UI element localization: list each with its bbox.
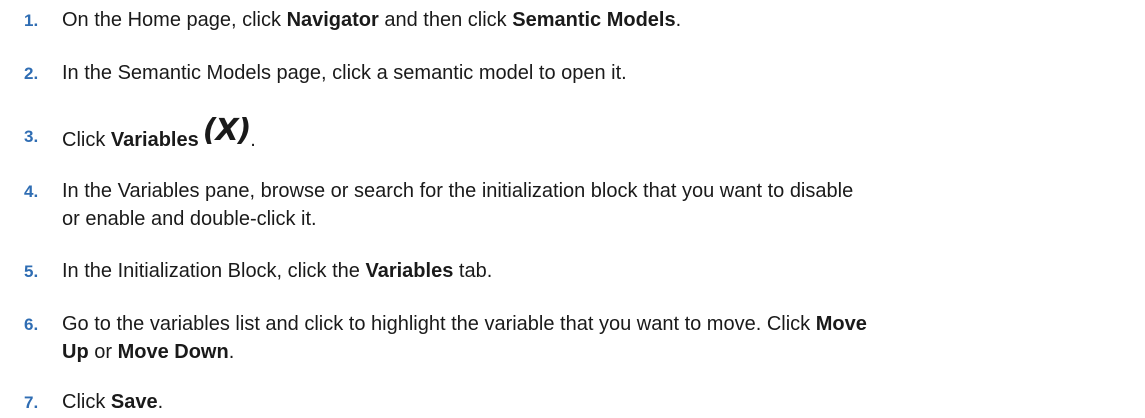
ui-term-move-up-part: Move: [815, 313, 867, 335]
step-text-segment: .: [157, 391, 164, 413]
step-text-segment: Click: [62, 129, 111, 151]
step-number: 7.: [24, 393, 39, 412]
step-text: On the Home page, click Navigator and th…: [62, 6, 1134, 34]
step-text-segment: On the Home page, click: [62, 9, 287, 31]
step-text-line: In the Variables pane, browse or search …: [62, 180, 854, 202]
ui-term-variables-tab: Variables: [365, 260, 454, 282]
step-number: 3.: [24, 127, 39, 146]
step-number: 1.: [24, 11, 39, 30]
ui-term-semantic-models: Semantic Models: [512, 9, 676, 31]
step-number: 2.: [24, 64, 39, 83]
step-text: In the Variables pane, browse or search …: [62, 177, 1134, 233]
step-text-line: Up or Move Down.: [62, 338, 1134, 366]
step-text-line: Go to the variables list and click to hi…: [62, 310, 1134, 338]
ui-term-variables: Variables: [110, 129, 199, 151]
step-text-segment: or: [88, 341, 118, 363]
step-text: In the Semantic Models page, click a sem…: [62, 62, 627, 84]
ui-term-move-down: Move Down: [117, 341, 229, 363]
ui-term-save: Save: [110, 391, 158, 413]
step-text: Click Variables (X).: [62, 116, 1134, 154]
step-text-segment: Click: [62, 391, 111, 413]
step-text-segment: Go to the variables list and click to hi…: [62, 313, 816, 335]
step-text-segment: tab.: [453, 260, 493, 282]
step-text-segment: and then click: [378, 9, 513, 31]
step-number: 4.: [24, 182, 39, 201]
step-number: 5.: [24, 262, 39, 281]
variables-icon: (X): [202, 113, 252, 148]
step-text-segment: .: [250, 129, 256, 151]
step-text-segment: In the Initialization Block, click the: [62, 260, 366, 282]
step-text-segment: .: [228, 341, 235, 363]
ui-term-navigator: Navigator: [286, 9, 379, 31]
step-number: 6.: [24, 315, 39, 334]
step-text: In the Initialization Block, click the V…: [62, 257, 1134, 285]
procedure-steps: 1. On the Home page, click Navigator and…: [0, 0, 1145, 418]
ui-term-move-up-part: Up: [62, 341, 89, 363]
step-text-line: or enable and double-click it.: [62, 208, 317, 230]
step-text: Click Save.: [62, 388, 1134, 416]
step-text: Go to the variables list and click to hi…: [62, 310, 1134, 366]
step-text-segment: .: [675, 9, 682, 31]
